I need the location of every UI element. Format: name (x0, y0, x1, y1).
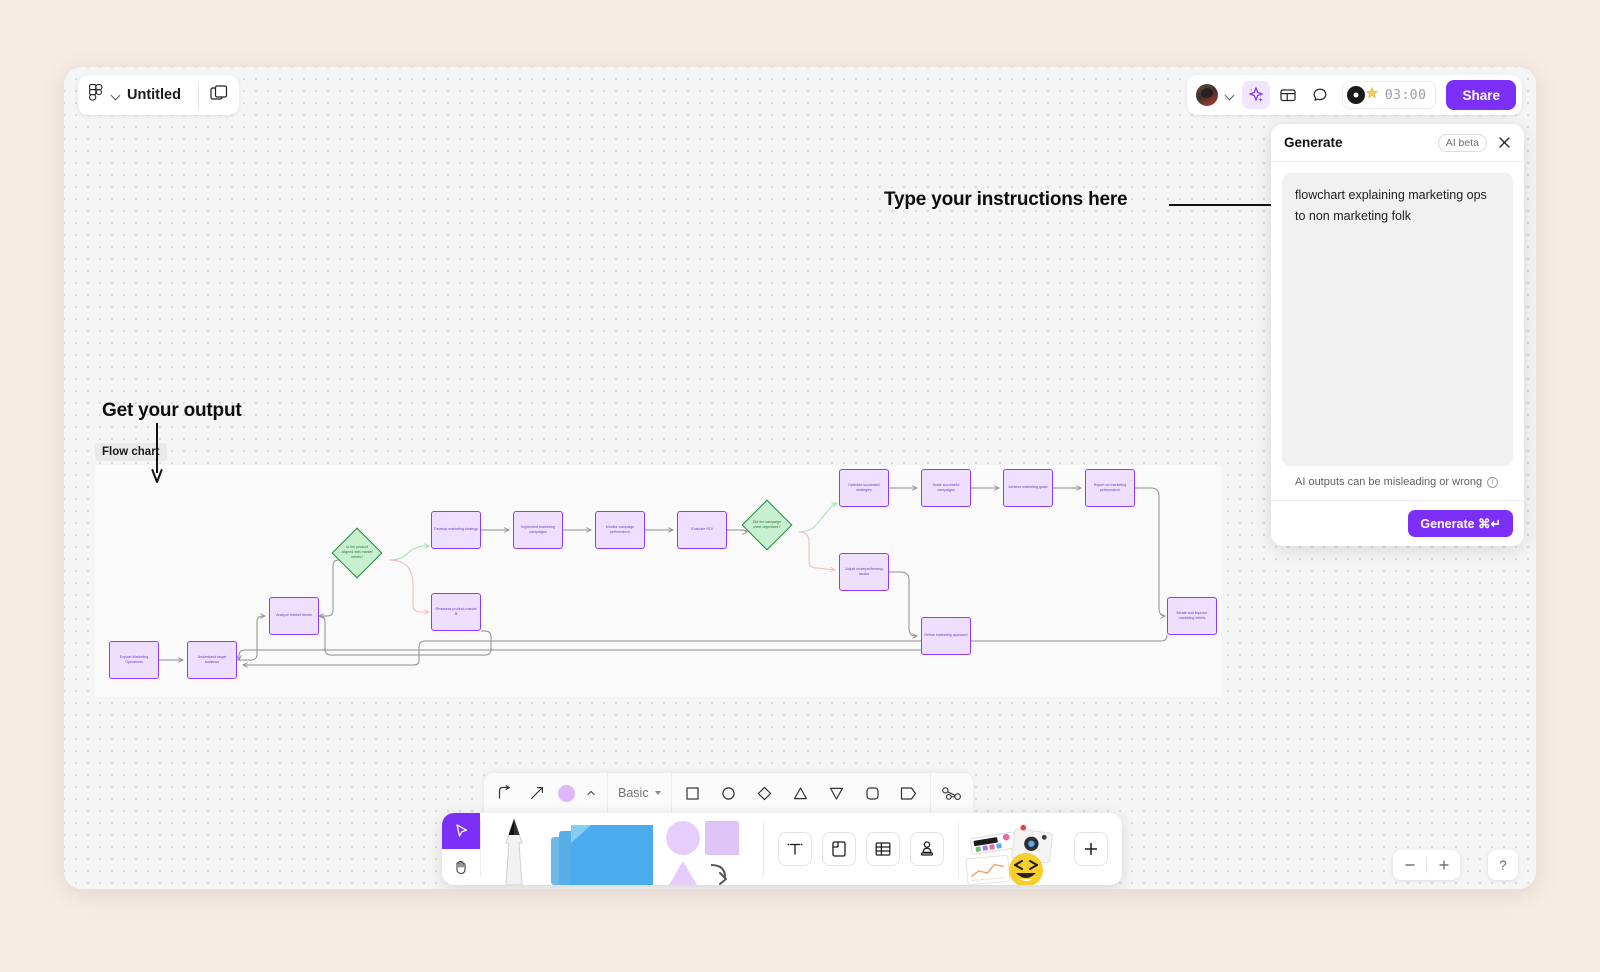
shape-category-label: Basic (618, 786, 649, 800)
pages-button[interactable] (199, 75, 239, 115)
ai-disclaimer: AI outputs can be misleading or wrong i (1282, 466, 1513, 500)
hand-pan-icon[interactable] (442, 849, 480, 885)
creation-tools-group (481, 813, 763, 885)
share-button[interactable]: Share (1446, 80, 1516, 110)
ai-disclaimer-text: AI outputs can be misleading or wrong (1295, 476, 1483, 488)
pennant-shape-icon[interactable] (898, 782, 920, 804)
arrow-down-icon (151, 423, 163, 483)
flow-node[interactable]: Implement marketing campaigns (513, 511, 563, 549)
file-title: Untitled (127, 87, 181, 103)
file-menu-button[interactable]: Untitled (78, 75, 198, 115)
figjam-logo-icon (89, 84, 104, 106)
chevron-up-icon[interactable] (585, 782, 597, 804)
stamp-tool-icon[interactable] (910, 832, 944, 866)
flow-node[interactable]: Develop marketing strategy (431, 511, 481, 549)
header-actions: 03:00 Share (1186, 75, 1522, 115)
music-disc-icon (1346, 86, 1365, 104)
close-icon[interactable] (1495, 133, 1514, 152)
cursor-tool-group (442, 813, 480, 885)
object-tools-group (764, 813, 958, 885)
triangle-up-shape-icon[interactable] (790, 782, 812, 804)
flow-node-label: Did the campaign meet objectives? (753, 519, 781, 529)
shapes-library-icon[interactable] (941, 782, 963, 804)
timer-widget[interactable]: 03:00 (1341, 81, 1437, 109)
section-frame-icon[interactable] (822, 832, 856, 866)
connector-group (484, 773, 607, 813)
flow-node[interactable]: Explain Marketing Operations (109, 641, 159, 679)
widgets-cluster-icon[interactable] (959, 813, 1074, 885)
diamond-shape-icon[interactable] (754, 782, 776, 804)
generate-panel-title: Generate (1284, 135, 1343, 150)
circle-shape-icon[interactable] (718, 782, 740, 804)
generate-button[interactable]: Generate ⌘↵ (1408, 510, 1513, 537)
avatar[interactable] (1194, 83, 1219, 107)
avatar-chevron-down-icon[interactable] (1225, 91, 1234, 100)
prompt-input[interactable]: flowchart explaining marketing ops to no… (1282, 173, 1513, 466)
ai-beta-badge: AI beta (1437, 133, 1487, 152)
info-icon[interactable]: i (1487, 476, 1499, 488)
text-tool-icon[interactable] (778, 832, 812, 866)
shape-palette (672, 773, 930, 813)
flow-node[interactable]: Monitor campaign performance (595, 511, 645, 549)
triangle-down-shape-icon[interactable] (826, 782, 848, 804)
chevron-down-icon (111, 91, 120, 100)
zoom-out-button[interactable] (1393, 850, 1426, 880)
shape-toolbar: Basic (483, 772, 974, 814)
square-shape-icon[interactable] (682, 782, 704, 804)
duplicate-pages-icon (210, 84, 228, 107)
file-toolbar: Untitled (78, 75, 239, 115)
ai-sparkle-icon[interactable] (1241, 81, 1270, 109)
flow-node-label: Is the product aligned with market needs… (341, 545, 373, 560)
flow-node[interactable]: Scale successful campaigns (921, 469, 971, 507)
flow-node[interactable]: Report on marketing performance (1085, 469, 1135, 507)
add-more-widgets-button[interactable] (1074, 832, 1108, 866)
flow-node[interactable]: Reassess product-market fit (431, 593, 481, 631)
pointer-cursor-icon[interactable] (442, 813, 480, 849)
frame-layout-icon[interactable] (1274, 81, 1302, 109)
color-swatch-button[interactable] (558, 784, 575, 802)
annotation-instructions: Type your instructions here (884, 189, 1128, 210)
flow-node[interactable]: Analyze market trends (269, 597, 319, 635)
shape-category-selector[interactable]: Basic (608, 773, 671, 813)
straight-arrow-icon[interactable] (526, 782, 548, 804)
generate-panel-footer: Generate ⌘↵ (1271, 500, 1524, 546)
sticky-note-icon[interactable] (547, 813, 659, 885)
elbow-connector-icon[interactable] (494, 782, 516, 804)
flow-node[interactable]: Understand target audience (187, 641, 237, 679)
main-toolbar-dock (442, 813, 1122, 885)
comment-bubble-icon[interactable] (1306, 81, 1334, 109)
zoom-controls (1393, 850, 1460, 880)
flow-node[interactable]: Adjust underperforming tactics (839, 553, 889, 591)
rounded-square-shape-icon[interactable] (862, 782, 884, 804)
flow-node[interactable]: Optimize successful strategies (839, 469, 889, 507)
flow-node[interactable]: Refine marketing approach (921, 617, 971, 655)
caret-down-icon (654, 791, 661, 795)
timer-value: 03:00 (1384, 87, 1427, 103)
app-window: Untitled 03:00 Share Type your instructi… (64, 67, 1536, 889)
shape-library-group (931, 773, 973, 813)
zoom-in-button[interactable] (1427, 850, 1460, 880)
help-button[interactable]: ? (1488, 850, 1518, 880)
generate-panel-header: Generate AI beta (1271, 124, 1524, 162)
sparkle-star-icon (1364, 85, 1380, 106)
generate-panel: Generate AI beta flowchart explaining ma… (1271, 124, 1524, 546)
shapes-tool-icon[interactable] (659, 813, 745, 885)
flow-node[interactable]: Achieve marketing goals (1003, 469, 1053, 507)
marker-pen-icon[interactable] (481, 813, 547, 885)
generate-panel-body: flowchart explaining marketing ops to no… (1271, 162, 1524, 500)
annotation-output: Get your output (102, 400, 242, 421)
flowchart-frame[interactable]: Explain Marketing Operations Understand t… (95, 465, 1221, 697)
table-tool-icon[interactable] (866, 832, 900, 866)
flow-node[interactable]: Iterate and improve marketing efforts (1167, 597, 1217, 635)
flow-node[interactable]: Evaluate ROI (677, 511, 727, 549)
